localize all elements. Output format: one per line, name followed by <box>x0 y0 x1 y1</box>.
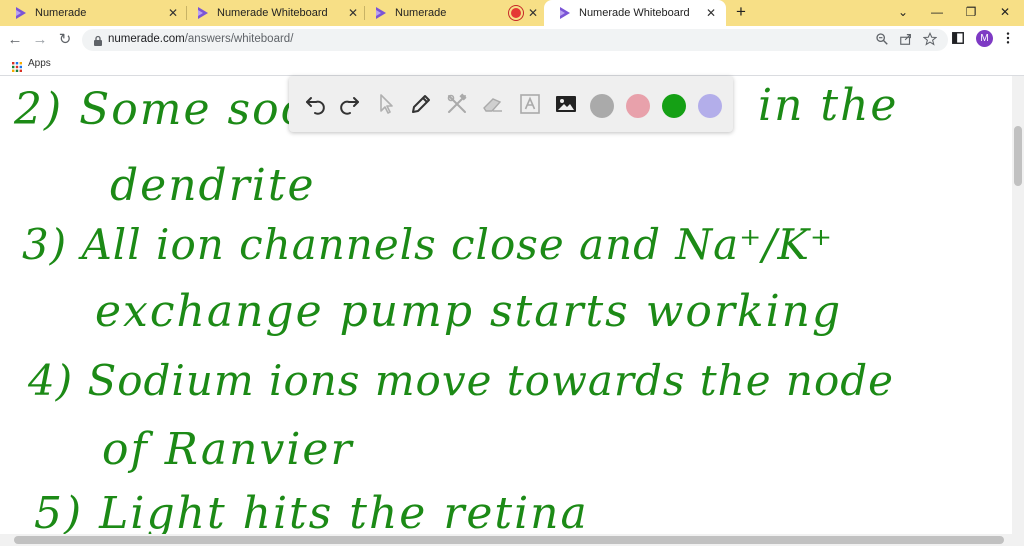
eraser-icon[interactable] <box>481 92 505 116</box>
restore-button[interactable]: ❐ <box>960 2 982 22</box>
close-icon[interactable]: ✕ <box>346 6 360 20</box>
tab-numerade-2[interactable]: Numerade ✕ <box>360 0 546 26</box>
tab-numerade-whiteboard-active[interactable]: Numerade Whiteboard ✕ <box>544 0 726 26</box>
tab-title: Numerade Whiteboard <box>217 7 328 19</box>
menu-kebab-icon[interactable] <box>1000 31 1016 47</box>
close-icon[interactable]: ✕ <box>166 6 180 20</box>
vertical-scrollbar[interactable] <box>1012 76 1024 534</box>
close-icon[interactable]: ✕ <box>704 6 718 20</box>
bookmarks-bar: Apps <box>0 53 1024 76</box>
recording-indicator-icon <box>511 8 521 18</box>
color-swatch-green[interactable] <box>662 94 686 118</box>
browser-toolbar: ← → ↻ numerade.com/answers/whiteboard/ <box>0 26 1024 53</box>
handwriting-line-2b: dendrite <box>110 160 316 211</box>
new-tab-button[interactable]: + <box>732 3 750 21</box>
image-icon[interactable] <box>554 92 578 116</box>
url-host: numerade.com <box>108 33 185 45</box>
profile-avatar[interactable]: M <box>976 30 993 47</box>
tab-title: Numerade <box>395 7 447 19</box>
numerade-logo-icon <box>196 6 210 20</box>
side-panel-icon[interactable] <box>950 31 966 47</box>
reload-button[interactable]: ↻ <box>55 30 75 50</box>
handwriting-line-3: 3) All ion channels close and Na⁺/K⁺ <box>22 220 834 269</box>
url-text: numerade.com/answers/whiteboard/ <box>108 33 293 45</box>
forward-button[interactable]: → <box>30 30 50 50</box>
address-bar[interactable]: numerade.com/answers/whiteboard/ <box>82 29 948 51</box>
tab-search-chevron-icon[interactable]: ⌄ <box>892 2 914 22</box>
handwriting-line-4b: of Ranvier <box>102 424 354 475</box>
window-close-button[interactable]: ✕ <box>994 2 1016 22</box>
horizontal-scroll-thumb[interactable] <box>14 536 1004 544</box>
redo-icon[interactable] <box>338 92 362 116</box>
back-button[interactable]: ← <box>5 30 25 50</box>
numerade-logo-icon <box>14 6 28 20</box>
whiteboard-canvas[interactable]: 2) Some soc in the dendrite 3) All ion c… <box>0 76 1012 534</box>
apps-grid-icon[interactable] <box>12 59 22 72</box>
apps-bookmark[interactable]: Apps <box>28 58 51 69</box>
handwriting-line-5: 5) Light hits the retina <box>34 488 589 535</box>
color-swatch-gray[interactable] <box>590 94 614 118</box>
vertical-scroll-thumb[interactable] <box>1014 126 1022 186</box>
tab-numerade-1[interactable]: Numerade ✕ <box>0 0 186 26</box>
zoom-icon[interactable] <box>874 32 890 48</box>
handwriting-line-2-end: in the <box>758 80 899 131</box>
handwriting-line-4: 4) Sodium ions move towards the node <box>28 356 895 405</box>
text-icon[interactable] <box>518 92 542 116</box>
close-icon[interactable]: ✕ <box>526 6 540 20</box>
tab-numerade-whiteboard-1[interactable]: Numerade Whiteboard ✕ <box>182 0 368 26</box>
bookmark-star-icon[interactable] <box>922 32 938 48</box>
horizontal-scrollbar[interactable] <box>0 534 1024 546</box>
handwriting-line-2: 2) Some soc <box>14 84 308 135</box>
color-swatch-pink[interactable] <box>626 94 650 118</box>
url-path: /answers/whiteboard/ <box>184 33 294 45</box>
pen-icon[interactable] <box>409 92 433 116</box>
undo-icon[interactable] <box>303 92 327 116</box>
numerade-logo-icon <box>374 6 388 20</box>
color-swatch-lavender[interactable] <box>698 94 722 118</box>
lock-icon <box>92 34 104 46</box>
minimize-button[interactable]: — <box>926 2 948 22</box>
handwriting-line-3b: exchange pump starts working <box>95 286 843 337</box>
tab-title: Numerade <box>35 7 87 19</box>
tab-strip: Numerade ✕ Numerade Whiteboard ✕ Numerad… <box>0 0 1024 26</box>
tools-icon[interactable] <box>445 92 469 116</box>
share-icon[interactable] <box>898 32 914 48</box>
numerade-logo-icon <box>558 6 572 20</box>
whiteboard-toolbar <box>289 76 733 132</box>
select-icon[interactable] <box>374 92 398 116</box>
tab-title: Numerade Whiteboard <box>579 7 690 19</box>
